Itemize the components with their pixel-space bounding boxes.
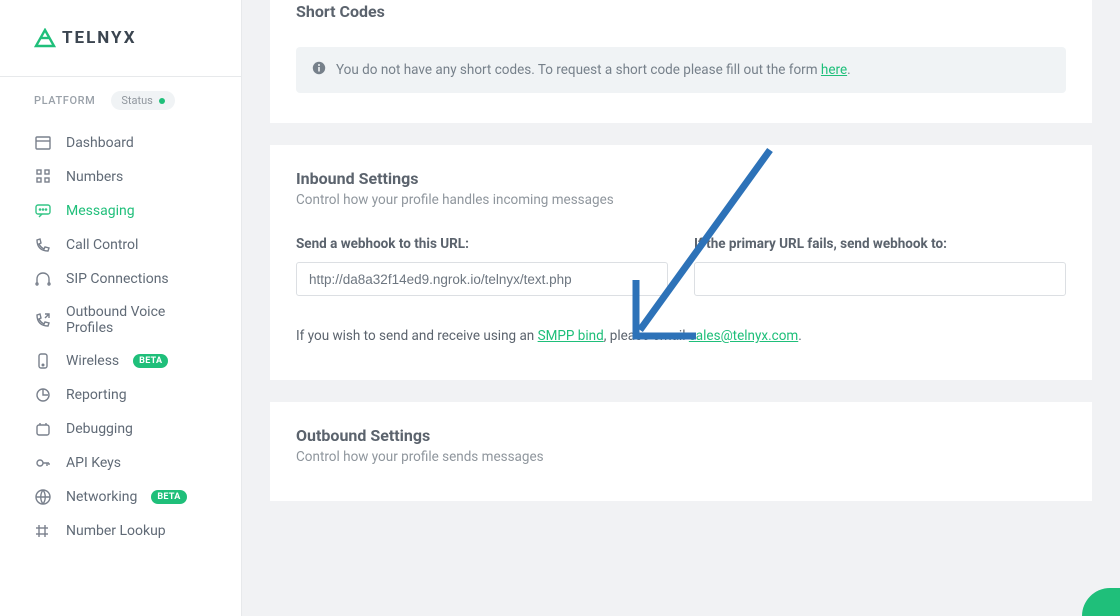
sidebar-item-label: Outbound Voice Profiles [66,304,207,336]
sidebar-item-messaging[interactable]: Messaging [0,194,241,228]
sidebar-item-label: Messaging [66,203,135,219]
brand-mark-icon [34,28,56,48]
sales-email-link[interactable]: sales@telnyx.com [689,328,798,344]
sidebar-item-label: Number Lookup [66,523,166,539]
sidebar-item-label: Dashboard [66,135,134,151]
number-lookup-icon [34,522,52,540]
outbound-settings-card: Outbound Settings Control how your profi… [270,402,1092,501]
sidebar-item-label: Numbers [66,169,123,185]
webhook-label: Send a webhook to this URL: [296,236,668,252]
sidebar-item-label: Call Control [66,237,138,253]
sidebar-item-debugging[interactable]: Debugging [0,412,241,446]
sidebar-item-number-lookup[interactable]: Number Lookup [0,514,241,548]
main-content: Short Codes You do not have any short co… [270,0,1092,616]
sidebar-item-api-keys[interactable]: API Keys [0,446,241,480]
sidebar-item-sip-connections[interactable]: SIP Connections [0,262,241,296]
alert-text: You do not have any short codes. To requ… [336,62,851,78]
short-codes-form-link[interactable]: here [821,62,847,78]
inbound-title: Inbound Settings [296,169,1066,188]
sidebar-item-label: SIP Connections [66,271,169,287]
sidebar-item-networking[interactable]: Networking BETA [0,480,241,514]
status-label: Status [121,94,152,107]
sidebar-item-label: API Keys [66,455,121,471]
smpp-bind-link[interactable]: SMPP bind [538,328,604,344]
sidebar-item-label: Reporting [66,387,127,403]
platform-row: PLATFORM Status [0,77,241,120]
messaging-icon [34,202,52,220]
sidebar: TELNYX PLATFORM Status Dashboard Numbers… [0,0,242,616]
logo-area: TELNYX [0,0,241,77]
outbound-subtitle: Control how your profile sends messages [296,449,1066,465]
sip-icon [34,270,52,288]
sidebar-item-label: Networking [66,489,137,505]
sidebar-item-label: Wireless [66,353,119,369]
brand-logo[interactable]: TELNYX [34,28,207,48]
inbound-settings-card: Inbound Settings Control how your profil… [270,145,1092,380]
sidebar-item-dashboard[interactable]: Dashboard [0,126,241,160]
api-keys-icon [34,454,52,472]
sidebar-item-numbers[interactable]: Numbers [0,160,241,194]
short-codes-card: Short Codes You do not have any short co… [270,0,1092,123]
outbound-title: Outbound Settings [296,426,1066,445]
platform-label: PLATFORM [34,94,95,107]
beta-badge: BETA [133,354,168,368]
info-icon [312,61,326,79]
webhook-primary-col: Send a webhook to this URL: [296,236,668,296]
call-control-icon [34,236,52,254]
beta-badge: BETA [151,490,186,504]
dashboard-icon [34,134,52,152]
status-pill[interactable]: Status [111,91,174,110]
short-codes-title: Short Codes [296,2,1066,21]
reporting-icon [34,386,52,404]
webhook-url-input[interactable] [296,262,668,296]
failover-label: If the primary URL fails, send webhook t… [694,236,1066,252]
webhook-failover-col: If the primary URL fails, send webhook t… [694,236,1066,296]
outbound-icon [34,311,52,329]
webhook-row: Send a webhook to this URL: If the prima… [296,236,1066,296]
sidebar-item-outbound-voice-profiles[interactable]: Outbound Voice Profiles [0,296,241,344]
brand-name: TELNYX [62,28,136,48]
debugging-icon [34,420,52,438]
wireless-icon [34,352,52,370]
short-codes-alert: You do not have any short codes. To requ… [296,47,1066,93]
sidebar-item-label: Debugging [66,421,133,437]
networking-icon [34,488,52,506]
sidebar-item-wireless[interactable]: Wireless BETA [0,344,241,378]
failover-url-input[interactable] [694,262,1066,296]
inbound-subtitle: Control how your profile handles incomin… [296,192,1066,208]
sidebar-item-call-control[interactable]: Call Control [0,228,241,262]
status-dot-icon [159,98,165,104]
sidebar-nav: Dashboard Numbers Messaging Call Control… [0,120,241,554]
numbers-icon [34,168,52,186]
smpp-helper: If you wish to send and receive using an… [296,328,1066,344]
sidebar-item-reporting[interactable]: Reporting [0,378,241,412]
